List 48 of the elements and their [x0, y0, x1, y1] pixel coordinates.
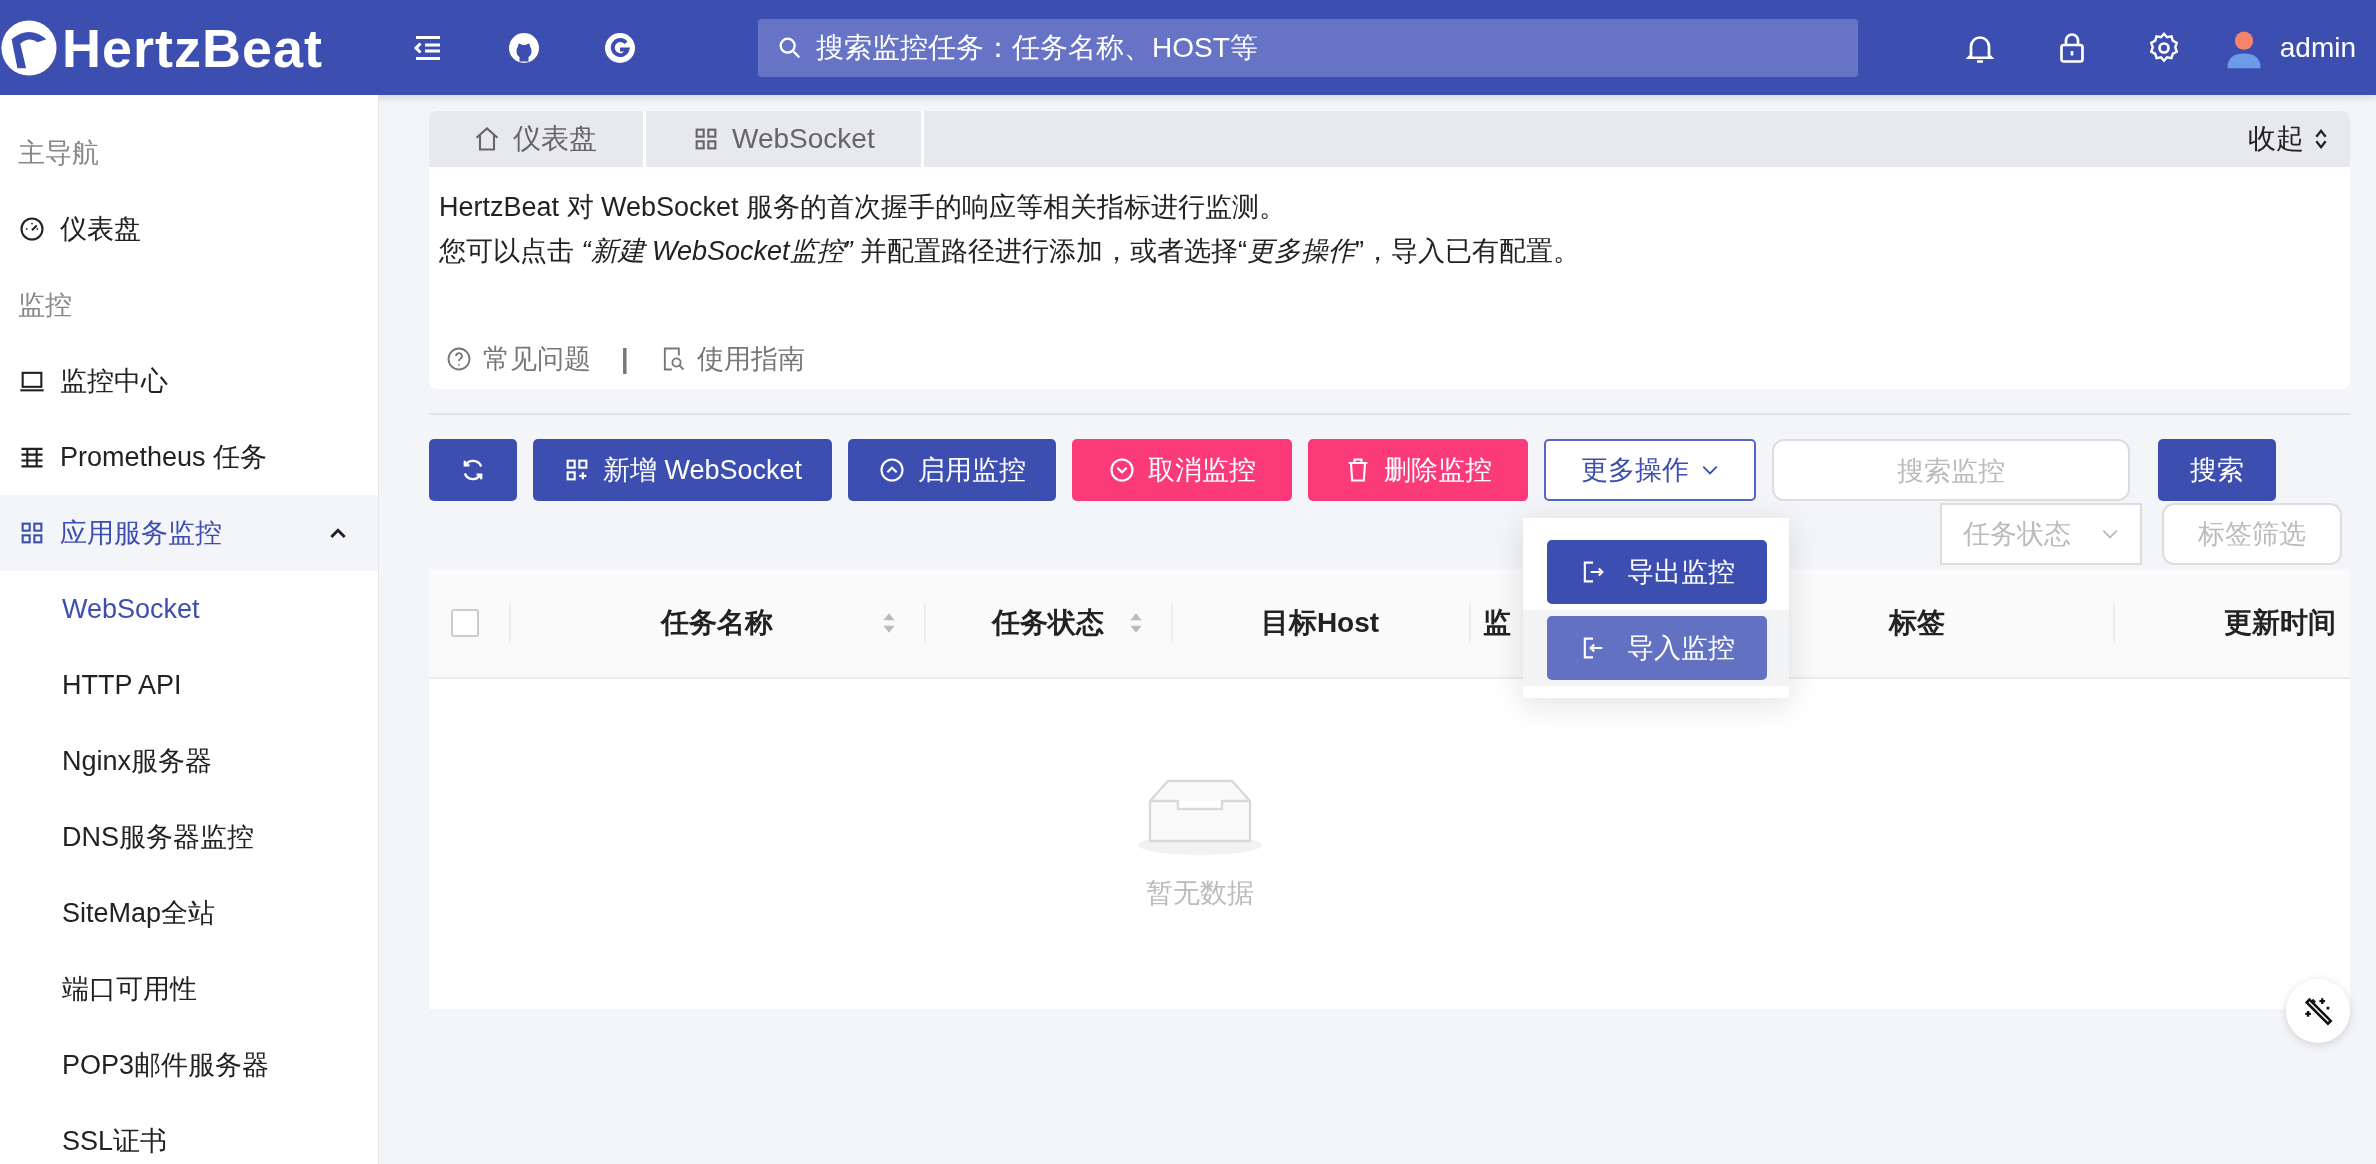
nav-item[interactable]: SSL证书	[0, 1103, 378, 1164]
empty-text: 暂无数据	[1145, 877, 1254, 910]
search-field[interactable]: 搜索监控	[1774, 441, 2129, 501]
dashboard-icon	[18, 215, 46, 243]
nav-item[interactable]: POP3邮件服务器	[0, 1027, 378, 1103]
column-header: 目标Host	[1171, 569, 1469, 677]
nav-item[interactable]: 监控中心	[0, 343, 378, 419]
nav-item[interactable]: SiteMap全站	[0, 875, 378, 951]
chevron-down-icon	[1701, 464, 1720, 476]
nav-item[interactable]: 应用服务监控	[0, 495, 378, 571]
guide-link[interactable]: 使用指南	[658, 341, 805, 377]
search-button[interactable]: 搜索	[2158, 439, 2277, 501]
user-name[interactable]: admin	[2279, 31, 2356, 64]
question-icon	[445, 345, 473, 373]
home-icon	[473, 125, 501, 153]
collapse-button[interactable]: 收起	[2248, 111, 2350, 167]
chevron-down-icon	[2101, 528, 2119, 540]
menu-item[interactable]: 导入监控	[1547, 616, 1767, 680]
magic-wand-button[interactable]	[2286, 979, 2350, 1043]
faq-link[interactable]: 常见问题	[445, 341, 591, 377]
nav-item[interactable]: Nginx服务器	[0, 723, 378, 799]
refresh-button[interactable]	[429, 439, 517, 501]
nav-item[interactable]: 仪表盘	[0, 191, 378, 267]
caret-icon	[330, 527, 346, 539]
intro-text: 您可以点击 “新建 WebSocket监控” 并配置路径进行添加，或者选择“更多操作”，导入已有配置。	[439, 235, 1582, 268]
toolbar-button[interactable]: 更多操作	[1544, 439, 1757, 501]
checkbox[interactable]	[451, 609, 479, 637]
nav-item[interactable]: 端口可用性	[0, 951, 378, 1027]
toolbar-button[interactable]: 删除监控	[1308, 439, 1529, 501]
nav-item[interactable]: Prometheus 任务	[0, 419, 378, 495]
link-separator: |	[621, 343, 629, 375]
column-header[interactable]: 任务名称	[509, 569, 924, 677]
logo-text: HertzBeat	[62, 16, 324, 79]
toolbar-button[interactable]: 取消监控	[1072, 439, 1293, 501]
up-down-icon	[2314, 127, 2328, 151]
column-header: 更新时间	[2113, 569, 2350, 677]
breadcrumb-tab[interactable]: 仪表盘	[429, 111, 646, 167]
breadcrumb-tab[interactable]: WebSocket	[646, 111, 924, 167]
intro-text: HertzBeat 对 WebSocket 服务的首次握手的响应等相关指标进行监测。	[439, 191, 1288, 224]
nav-item[interactable]: HTTP API	[0, 647, 378, 723]
menu-item[interactable]: 导出监控	[1547, 540, 1767, 604]
nav-item[interactable]: DNS服务器监控	[0, 799, 378, 875]
column-header[interactable]: 任务状态	[924, 569, 1171, 677]
toolbar-button[interactable]: 新增 WebSocket	[533, 439, 833, 501]
nav-item[interactable]: WebSocket	[0, 571, 378, 647]
nav-group-label: 主导航	[17, 137, 100, 170]
toolbar-button[interactable]: 启用监控	[848, 439, 1057, 501]
nav-group-label: 监控	[17, 289, 73, 322]
